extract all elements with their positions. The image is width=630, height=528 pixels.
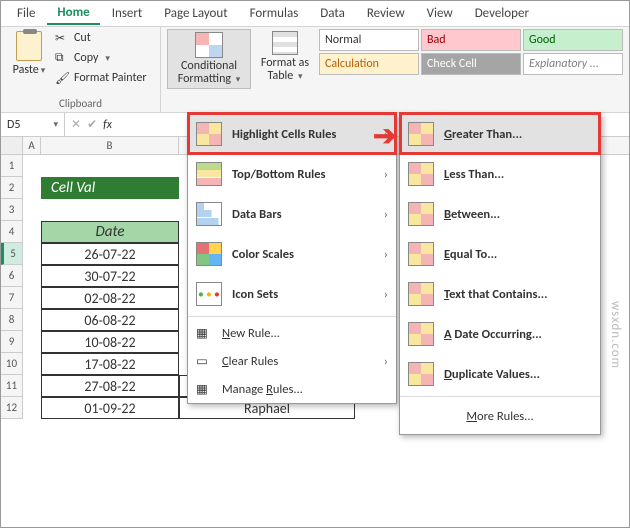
greater-than-icon: [408, 122, 434, 146]
row-head[interactable]: 11: [1, 375, 23, 397]
style-normal[interactable]: Normal: [319, 29, 419, 51]
menu-top-bottom-rules[interactable]: Top/Bottom Rules ›: [188, 154, 396, 194]
row-head[interactable]: 12: [1, 397, 23, 419]
icon-sets-icon: ●●●: [196, 282, 222, 306]
menu-data-bars[interactable]: Data Bars ›: [188, 194, 396, 234]
tab-data[interactable]: Data: [310, 3, 355, 24]
menu-highlight-cells-rules[interactable]: Highlight Cells Rules ›: [188, 114, 396, 154]
menu-date-occurring[interactable]: A Date Occurring...: [400, 314, 600, 354]
style-explanatory[interactable]: Explanatory ...: [523, 53, 623, 75]
menu-clear-rules[interactable]: ▭ Clear Rules ›: [188, 347, 396, 375]
tab-developer[interactable]: Developer: [465, 3, 539, 24]
scissors-icon: ✂: [55, 31, 69, 45]
chevron-down-icon: ▾: [41, 65, 46, 76]
cell-date[interactable]: 27-08-22: [41, 375, 179, 397]
highlight-cells-icon: [196, 122, 222, 146]
tab-insert[interactable]: Insert: [102, 3, 153, 24]
arrow-icon: ➔: [373, 118, 396, 153]
menu-new-rule[interactable]: ▦ New Rule...: [188, 319, 396, 347]
menu-manage-rules[interactable]: ▦ Manage Rules...: [188, 375, 396, 403]
format-painter-button[interactable]: 🖌Format Painter: [55, 71, 147, 85]
chevron-down-icon: ▾: [53, 119, 58, 130]
conditional-formatting-menu: Highlight Cells Rules › Top/Bottom Rules…: [187, 113, 397, 404]
cut-button[interactable]: ✂Cut: [55, 31, 147, 45]
copy-button[interactable]: ⧉Copy ▾: [55, 51, 147, 65]
color-scales-icon: [196, 242, 222, 266]
date-icon: [408, 322, 434, 346]
paste-icon: [16, 31, 42, 61]
row-head[interactable]: 3: [1, 199, 23, 221]
style-bad[interactable]: Bad: [421, 29, 521, 51]
tab-home[interactable]: Home: [47, 2, 99, 25]
equal-to-icon: [408, 242, 434, 266]
cell-date[interactable]: 02-08-22: [41, 287, 179, 309]
cell-date[interactable]: 01-09-22: [41, 397, 179, 419]
tab-review[interactable]: Review: [357, 3, 415, 24]
top-bottom-icon: [196, 162, 222, 186]
menu-duplicate-values[interactable]: Duplicate Values...: [400, 354, 600, 394]
cell-date[interactable]: 10-08-22: [41, 331, 179, 353]
duplicate-icon: [408, 362, 434, 386]
menu-between[interactable]: Between...: [400, 194, 600, 234]
row-head[interactable]: 2: [1, 177, 23, 199]
tab-page-layout[interactable]: Page Layout: [154, 3, 237, 24]
fx-icon[interactable]: fx: [103, 118, 112, 132]
menu-greater-than[interactable]: Greater Than...: [400, 114, 600, 154]
tab-file[interactable]: File: [7, 3, 45, 24]
ribbon: Paste▾ ✂Cut ⧉Copy ▾ 🖌Format Painter Clip…: [1, 27, 629, 113]
col-B[interactable]: B: [41, 137, 179, 154]
row-head[interactable]: 6: [1, 265, 23, 287]
menu-less-than[interactable]: Less Than...: [400, 154, 600, 194]
cell-date[interactable]: 26-07-22: [41, 243, 179, 265]
row-head[interactable]: 5: [1, 243, 23, 265]
row-head[interactable]: 4: [1, 221, 23, 243]
group-label-clipboard: Clipboard: [7, 95, 154, 112]
watermark: wsxdn.com: [608, 301, 623, 369]
menu-color-scales[interactable]: Color Scales ›: [188, 234, 396, 274]
style-check-cell[interactable]: Check Cell: [421, 53, 521, 75]
copy-icon: ⧉: [55, 51, 69, 65]
paste-button[interactable]: Paste▾: [7, 29, 51, 79]
menu-more-rules[interactable]: More Rules...: [400, 399, 600, 434]
style-good[interactable]: Good: [523, 29, 623, 51]
table-icon: [272, 31, 298, 55]
brush-icon: 🖌: [55, 71, 69, 85]
name-box[interactable]: D5▾: [1, 113, 65, 136]
cell-styles-gallery[interactable]: Normal Bad Good Calculation Check Cell E…: [319, 29, 623, 75]
cell-date[interactable]: 30-07-22: [41, 265, 179, 287]
menu-text-contains[interactable]: Text that Contains...: [400, 274, 600, 314]
less-than-icon: [408, 162, 434, 186]
cell-date[interactable]: 06-08-22: [41, 309, 179, 331]
style-calculation[interactable]: Calculation: [319, 53, 419, 75]
sheet-title: Cell Val: [41, 177, 179, 199]
tab-formulas[interactable]: Formulas: [240, 3, 309, 24]
cell-date[interactable]: 17-08-22: [41, 353, 179, 375]
col-A[interactable]: A: [23, 137, 41, 154]
row-head[interactable]: 10: [1, 353, 23, 375]
tab-view[interactable]: View: [417, 3, 463, 24]
format-as-table-button[interactable]: Format as Table ▾: [255, 29, 315, 85]
menu-equal-to[interactable]: Equal To...: [400, 234, 600, 274]
select-all[interactable]: [1, 137, 23, 154]
ribbon-tabs: File Home Insert Page Layout Formulas Da…: [1, 1, 629, 27]
menu-icon-sets[interactable]: ●●● Icon Sets ›: [188, 274, 396, 314]
highlight-cells-submenu: Greater Than... Less Than... Between... …: [399, 113, 601, 435]
row-head[interactable]: 7: [1, 287, 23, 309]
row-head[interactable]: 8: [1, 309, 23, 331]
data-bars-icon: [196, 202, 222, 226]
table-header-date: Date: [41, 221, 179, 243]
row-head[interactable]: 1: [1, 155, 23, 177]
between-icon: [408, 202, 434, 226]
text-contains-icon: [408, 282, 434, 306]
conditional-formatting-button[interactable]: Conditional Formatting ▾: [167, 29, 251, 89]
conditional-formatting-icon: [195, 32, 223, 58]
row-head[interactable]: 9: [1, 331, 23, 353]
